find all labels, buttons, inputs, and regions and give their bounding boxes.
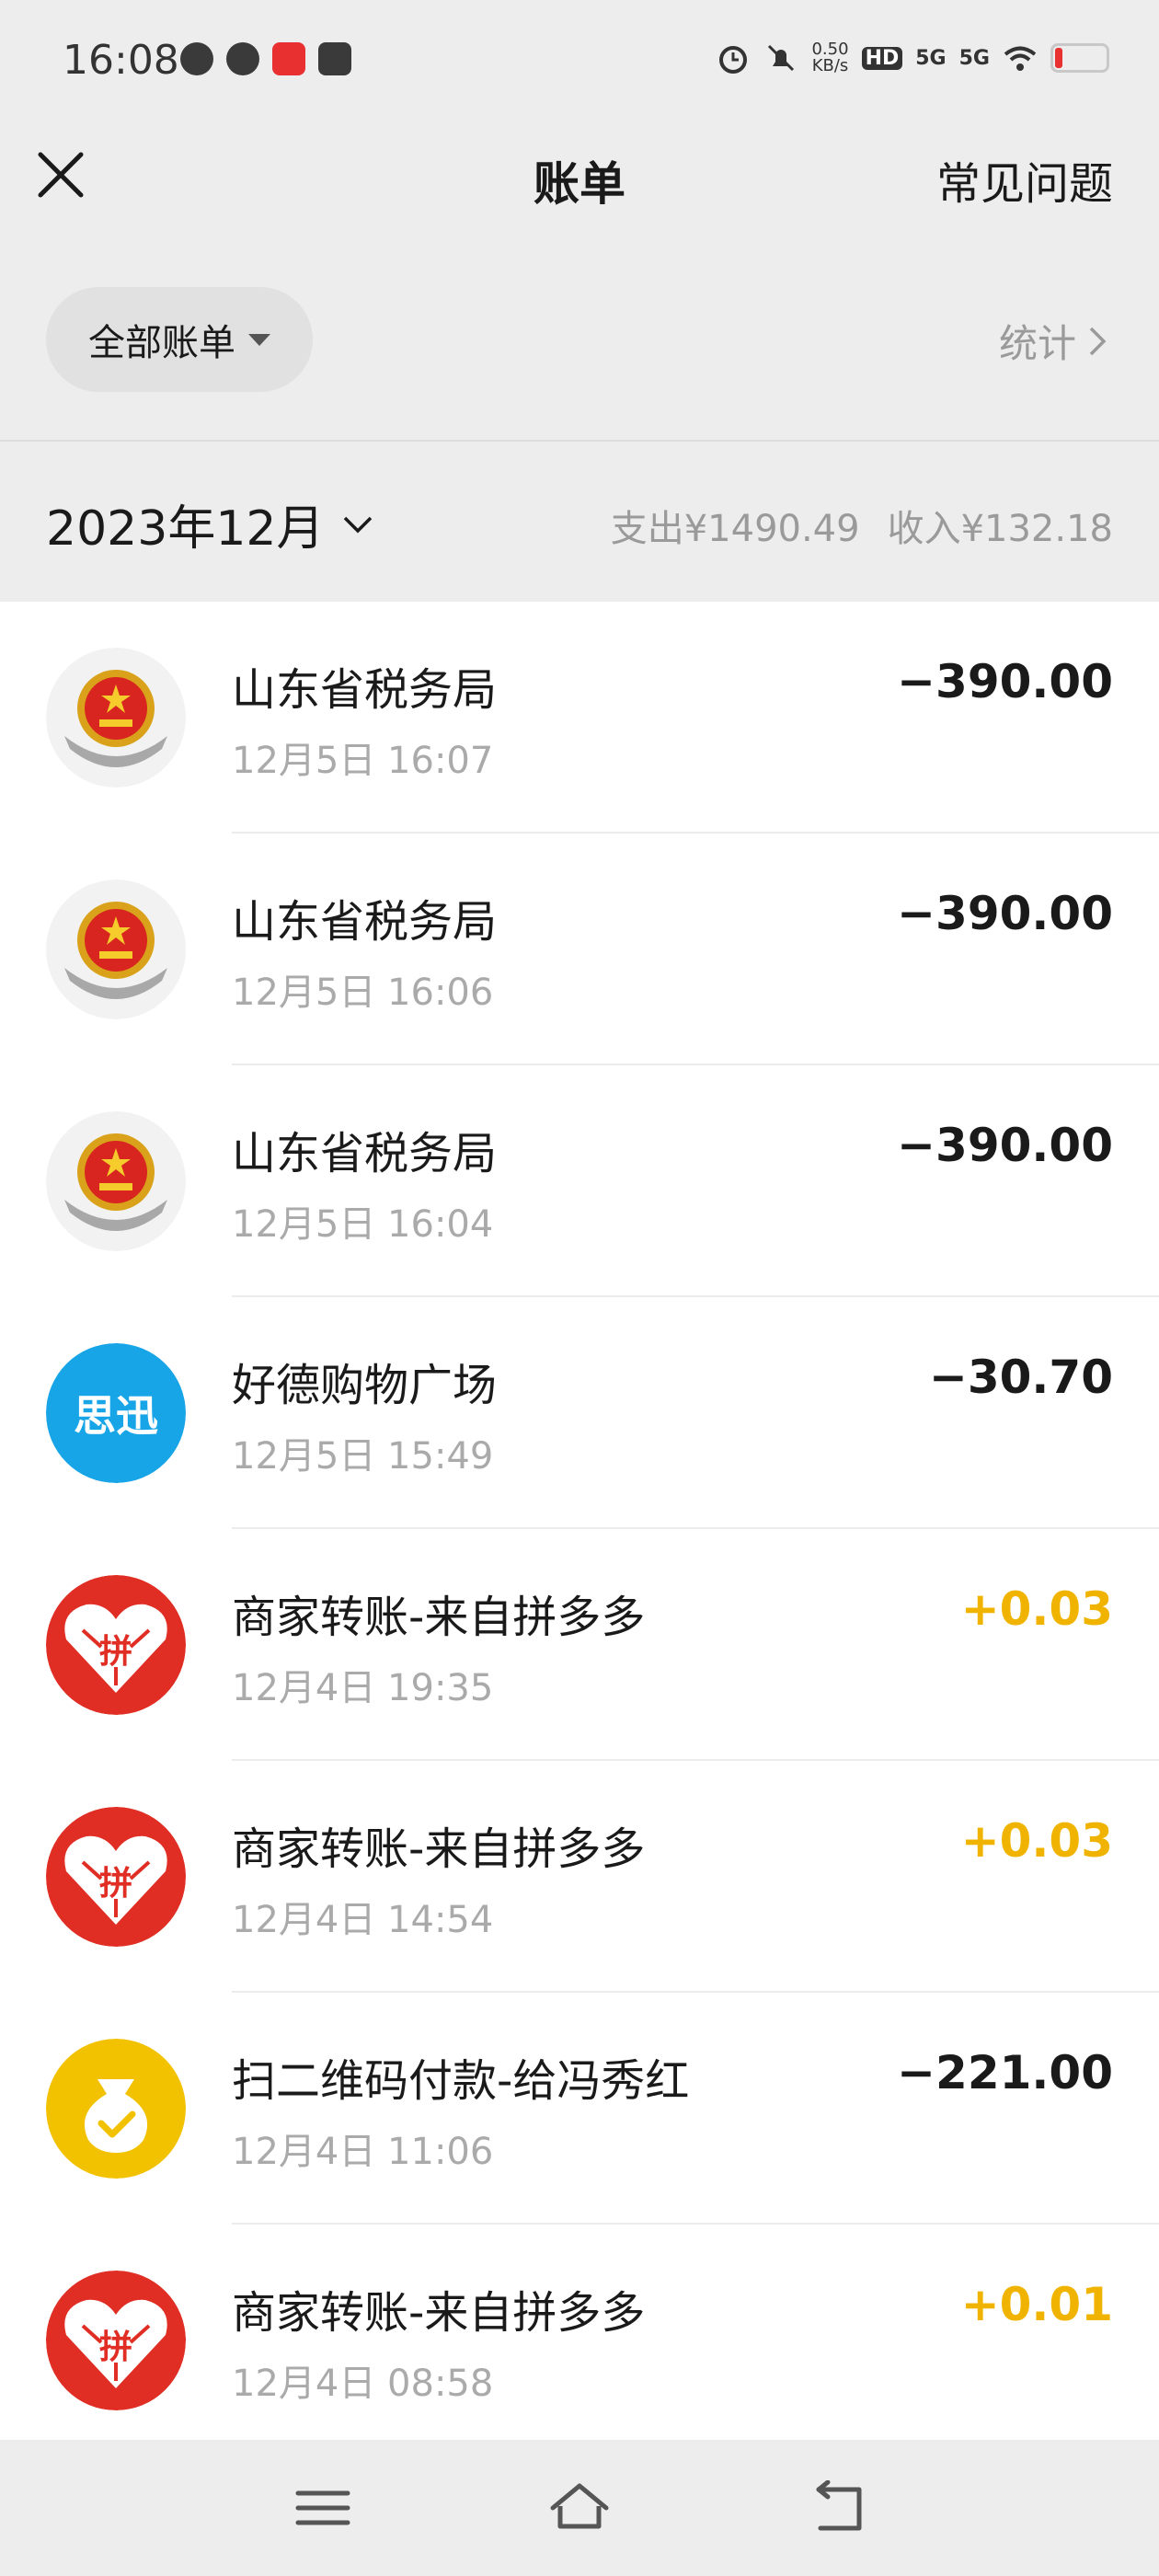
transaction-row[interactable]: 拼 商家转账-来自拼多多 12月4日 19:35 +0.03 — [0, 1529, 1159, 1761]
avatar-logo-text: 思迅 — [74, 1391, 158, 1441]
transaction-amount: +0.03 — [960, 1814, 1113, 1868]
transaction-list: 山东省税务局 12月5日 16:07 −390.00 山东省税务局 12月5日 16:0… — [0, 602, 1159, 2440]
transaction-amount: +0.03 — [960, 1582, 1113, 1636]
avatar-logo-text: 拼 — [98, 1865, 132, 1903]
transaction-amount: −390.00 — [897, 1119, 1113, 1172]
transaction-row[interactable]: 拼 商家转账-来自拼多多 12月4日 08:58 +0.01 — [0, 2225, 1159, 2440]
transaction-amount: −221.00 — [897, 2046, 1113, 2099]
transaction-name: 山东省税务局 — [232, 896, 498, 948]
signal-5g-1: 5G — [915, 46, 947, 70]
signal-5g-2: 5G — [958, 46, 990, 70]
mute-icon — [768, 44, 795, 72]
transaction-row[interactable]: 山东省税务局 12月5日 16:06 −390.00 — [0, 834, 1159, 1065]
app-header: 账单 常见问题 — [0, 120, 1159, 230]
pinduoduo-logo-icon: 拼 — [46, 2271, 186, 2410]
tax-bureau-emblem-icon — [46, 1111, 186, 1251]
expense-summary: 支出¥1490.49 — [610, 508, 860, 550]
transaction-row[interactable]: 扫二维码付款-给冯秀红 12月4日 11:06 −221.00 — [0, 1993, 1159, 2225]
transaction-amount: −390.00 — [897, 887, 1113, 940]
battery-icon — [1050, 43, 1109, 73]
network-speed-unit: KB/s — [811, 56, 849, 75]
transaction-name: 商家转账-来自拼多多 — [232, 1823, 646, 1875]
all-bills-filter-button[interactable]: 全部账单 — [46, 287, 313, 392]
status-time: 16:08 — [63, 37, 179, 84]
mail-notification-icon — [318, 42, 351, 75]
status-bar: 16:08 0.50 KB/s HD 5G 5G — [0, 0, 1159, 120]
faq-button[interactable]: 常见问题 — [936, 147, 1113, 212]
stats-button[interactable]: 统计 — [999, 313, 1107, 369]
tax-bureau-emblem-icon — [46, 648, 186, 788]
all-bills-label: 全部账单 — [88, 322, 235, 364]
transaction-time: 12月4日 14:54 — [232, 1899, 494, 1941]
transaction-name: 山东省税务局 — [232, 1128, 498, 1179]
transaction-row[interactable]: 思迅 好德购物广场 12月5日 15:49 −30.70 — [0, 1297, 1159, 1529]
month-selector[interactable]: 2023年12月 — [46, 489, 374, 558]
app-notification-icon — [272, 42, 305, 75]
transaction-amount: −390.00 — [897, 655, 1113, 708]
transaction-amount: −30.70 — [928, 1351, 1113, 1404]
chevron-down-icon — [343, 516, 372, 533]
wechat-notification-icon — [180, 42, 213, 75]
transaction-name: 好德购物广场 — [232, 1360, 498, 1411]
transaction-time: 12月4日 08:58 — [232, 2363, 494, 2405]
income-summary: 收入¥132.18 — [887, 508, 1113, 550]
transaction-row[interactable]: 拼 商家转账-来自拼多多 12月4日 14:54 +0.03 — [0, 1761, 1159, 1993]
chevron-right-icon — [1089, 327, 1107, 355]
transaction-time: 12月4日 19:35 — [232, 1667, 494, 1709]
home-icon[interactable] — [547, 2480, 612, 2536]
month-header: 2023年12月 支出¥1490.49 收入¥132.18 — [0, 442, 1159, 602]
transaction-row[interactable]: 山东省税务局 12月5日 16:04 −390.00 — [0, 1065, 1159, 1297]
network-speed: 0.50 KB/s — [811, 41, 848, 75]
system-nav-bar — [0, 2440, 1159, 2576]
transaction-amount: +0.01 — [960, 2278, 1113, 2331]
sixun-logo-icon: 思迅 — [46, 1343, 186, 1483]
transaction-time: 12月4日 11:06 — [232, 2131, 494, 2173]
filter-row: 全部账单 统计 — [0, 276, 1159, 414]
notification-icons — [180, 42, 351, 75]
transaction-name: 山东省税务局 — [232, 664, 498, 716]
transaction-name: 扫二维码付款-给冯秀红 — [232, 2055, 690, 2107]
pinduoduo-logo-icon: 拼 — [46, 1807, 186, 1947]
transaction-time: 12月5日 15:49 — [232, 1435, 494, 1478]
status-indicators: 0.50 KB/s HD 5G 5G — [716, 40, 1109, 75]
transaction-time: 12月5日 16:06 — [232, 972, 494, 1014]
back-icon[interactable] — [806, 2480, 870, 2536]
transaction-time: 12月5日 16:07 — [232, 740, 494, 782]
transaction-row[interactable]: 山东省税务局 12月5日 16:07 −390.00 — [0, 602, 1159, 834]
tax-bureau-emblem-icon — [46, 880, 186, 1019]
menu-icon[interactable] — [291, 2480, 355, 2536]
alarm-icon — [719, 46, 748, 74]
transaction-time: 12月5日 16:04 — [232, 1203, 494, 1246]
avatar-logo-text: 拼 — [98, 1633, 132, 1671]
pinduoduo-logo-icon: 拼 — [46, 1575, 186, 1715]
message-notification-icon — [226, 42, 259, 75]
caret-down-icon — [248, 333, 270, 346]
transaction-name: 商家转账-来自拼多多 — [232, 1592, 646, 1643]
wifi-icon — [1004, 46, 1037, 71]
stats-label: 统计 — [998, 321, 1076, 366]
qr-payment-icon — [46, 2039, 186, 2179]
hd-indicator: HD — [861, 46, 903, 70]
transaction-name: 商家转账-来自拼多多 — [232, 2287, 646, 2339]
avatar-logo-text: 拼 — [98, 2329, 132, 2366]
month-label: 2023年12月 — [46, 501, 325, 557]
month-summary: 支出¥1490.49 收入¥132.18 — [611, 499, 1113, 552]
